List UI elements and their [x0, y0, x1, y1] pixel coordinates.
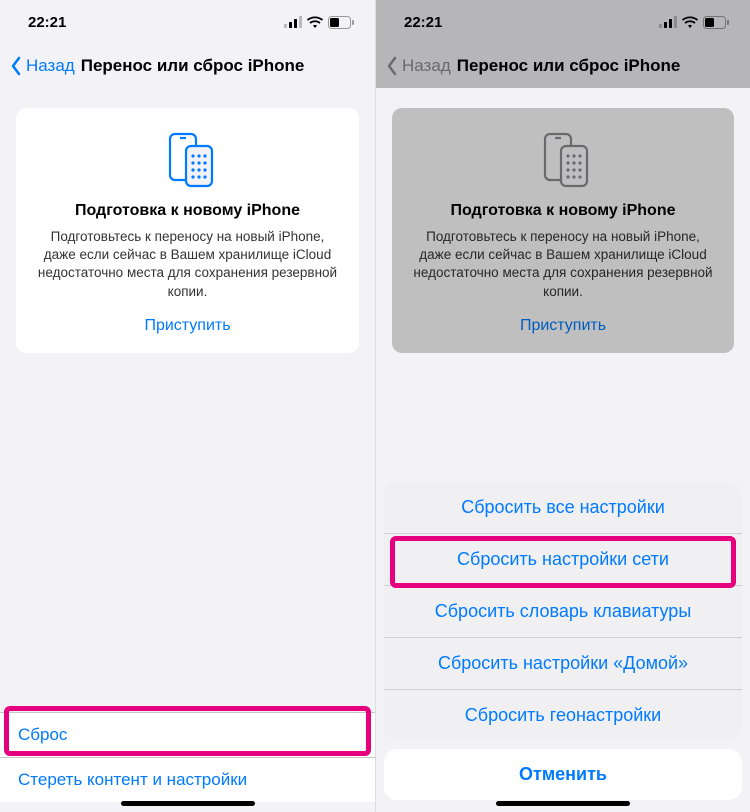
sheet-reset-location[interactable]: Сбросить геонастройки	[384, 690, 742, 741]
wifi-icon	[681, 16, 699, 29]
prepare-card: Подготовка к новому iPhone Подготовьтесь…	[392, 108, 734, 353]
sheet-reset-home[interactable]: Сбросить настройки «Домой»	[384, 638, 742, 690]
chevron-left-icon	[386, 56, 398, 76]
sheet-options: Сбросить все настройки Сбросить настройк…	[384, 482, 742, 741]
chevron-left-icon	[10, 56, 22, 76]
card-title: Подготовка к новому iPhone	[408, 202, 718, 220]
page-title: Перенос или сброс iPhone	[81, 56, 305, 76]
erase-row[interactable]: Стереть контент и настройки	[0, 758, 375, 802]
get-started-button[interactable]: Приступить	[408, 317, 718, 335]
reset-row[interactable]: Сброс	[0, 713, 375, 758]
bottom-list: Сброс Стереть контент и настройки	[0, 712, 375, 802]
home-indicator[interactable]	[121, 801, 255, 806]
content: Подготовка к новому iPhone Подготовьтесь…	[0, 88, 375, 353]
action-sheet: Сбросить все настройки Сбросить настройк…	[384, 482, 742, 800]
devices-icon	[32, 132, 343, 188]
prepare-card: Подготовка к новому iPhone Подготовьтесь…	[16, 108, 359, 353]
devices-icon	[408, 132, 718, 188]
nav-bar: Назад Перенос или сброс iPhone	[0, 44, 375, 88]
cellular-icon	[284, 16, 302, 28]
sheet-reset-all[interactable]: Сбросить все настройки	[384, 482, 742, 534]
card-description: Подготовьтесь к переносу на новый iPhone…	[408, 228, 718, 301]
battery-icon	[703, 16, 730, 29]
back-button[interactable]: Назад	[386, 56, 451, 76]
back-button[interactable]: Назад	[10, 56, 75, 76]
content: Подготовка к новому iPhone Подготовьтесь…	[376, 88, 750, 353]
home-indicator[interactable]	[496, 801, 630, 806]
status-indicators	[659, 16, 730, 29]
status-time: 22:21	[404, 14, 442, 31]
back-label: Назад	[402, 56, 451, 76]
card-description: Подготовьтесь к переносу на новый iPhone…	[32, 228, 343, 301]
status-bar: 22:21	[0, 0, 375, 44]
sheet-reset-keyboard[interactable]: Сбросить словарь клавиатуры	[384, 586, 742, 638]
status-time: 22:21	[28, 14, 66, 31]
nav-bar: Назад Перенос или сброс iPhone	[376, 44, 750, 88]
screen-settings-reset: 22:21 Назад Перенос или сброс iPhone	[0, 0, 375, 812]
wifi-icon	[306, 16, 324, 29]
back-label: Назад	[26, 56, 75, 76]
cellular-icon	[659, 16, 677, 28]
sheet-cancel-button[interactable]: Отменить	[384, 749, 742, 800]
battery-icon	[328, 16, 355, 29]
page-title: Перенос или сброс iPhone	[457, 56, 681, 76]
screen-reset-sheet: 22:21 Назад Перенос или сброс iPhone	[375, 0, 750, 812]
status-indicators	[284, 16, 355, 29]
sheet-reset-network[interactable]: Сбросить настройки сети	[384, 534, 742, 586]
get-started-button[interactable]: Приступить	[32, 317, 343, 335]
card-title: Подготовка к новому iPhone	[32, 202, 343, 220]
status-bar: 22:21	[376, 0, 750, 44]
